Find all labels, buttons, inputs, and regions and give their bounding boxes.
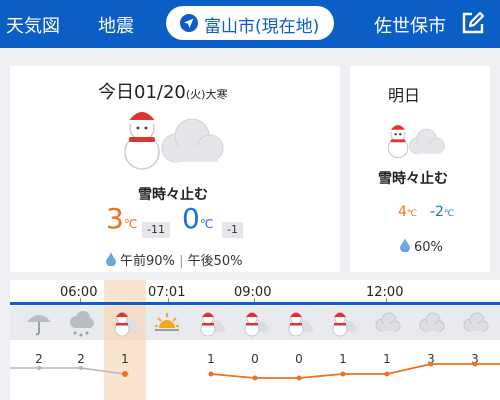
time-label: 06:00 bbox=[60, 285, 98, 300]
cloud-icon bbox=[375, 312, 401, 332]
earthquake-link[interactable]: 地震 bbox=[98, 12, 134, 38]
today-high-diff: -11 bbox=[142, 222, 170, 238]
tomorrow-weather: 雪時々止む bbox=[378, 171, 448, 187]
today-weather: 雪時々止む bbox=[138, 187, 208, 203]
app-header: 天気図 地震 富山市(現在地) 佐世保市 bbox=[0, 0, 500, 48]
card-divider bbox=[340, 66, 350, 272]
tomorrow-low-temp: -2℃ bbox=[430, 204, 455, 220]
weekday: (火) bbox=[185, 88, 206, 101]
today-date: 今日01/20(火)大寒 bbox=[98, 78, 227, 104]
other-city-link[interactable]: 佐世保市 bbox=[374, 12, 446, 38]
umbrella-icon bbox=[27, 315, 51, 336]
tomorrow-high-temp: 4℃ bbox=[398, 204, 418, 220]
snowman-icon bbox=[200, 312, 225, 337]
location-label: 富山市(現在地) bbox=[204, 17, 320, 37]
snowman-cloud-icon bbox=[387, 125, 445, 159]
time-label: 12:00 bbox=[366, 285, 404, 300]
date-value: 01/20 bbox=[134, 82, 186, 103]
precip-trend-line bbox=[10, 362, 500, 381]
raindrop-icon bbox=[400, 238, 410, 252]
hourly-forecast[interactable]: 06:00 07:01 09:00 12:00 2 2 1 1 0 0 1 1 … bbox=[10, 280, 500, 400]
snow-cloud-icon bbox=[70, 311, 94, 337]
snowman-icon bbox=[114, 312, 139, 337]
edit-icon[interactable] bbox=[460, 10, 486, 36]
today-high-temp: 3℃ bbox=[106, 202, 138, 235]
weather-map-link[interactable]: 天気図 bbox=[6, 12, 60, 38]
forecast-cards: 今日01/20(火)大寒 雪時々止む 3℃ -11 0℃ -1 午前90% | … bbox=[10, 66, 490, 272]
current-location-button[interactable]: 富山市(現在地) bbox=[166, 6, 334, 40]
snowman-icon bbox=[244, 312, 269, 337]
tomorrow-rain-chance: 60% bbox=[400, 238, 443, 255]
location-arrow-icon bbox=[180, 14, 198, 32]
snowman-cloud-icon bbox=[124, 104, 224, 170]
snowman-icon bbox=[288, 312, 313, 337]
seasonal-note: 大寒 bbox=[205, 88, 228, 101]
time-label: 07:01 bbox=[148, 285, 186, 300]
sunrise-icon bbox=[155, 313, 179, 331]
tomorrow-title: 明日 bbox=[388, 86, 421, 105]
snowman-icon bbox=[332, 312, 357, 337]
today-low-temp: 0℃ bbox=[182, 202, 214, 235]
today-label: 今日 bbox=[98, 82, 134, 103]
cloud-icon bbox=[419, 312, 445, 332]
timeline-bar bbox=[10, 302, 500, 305]
time-label: 09:00 bbox=[234, 285, 272, 300]
cloud-icon bbox=[463, 312, 489, 332]
today-rain-chance: 午前90% | 午後50% bbox=[106, 250, 243, 269]
today-low-diff: -1 bbox=[222, 222, 243, 238]
raindrop-icon bbox=[106, 252, 116, 266]
